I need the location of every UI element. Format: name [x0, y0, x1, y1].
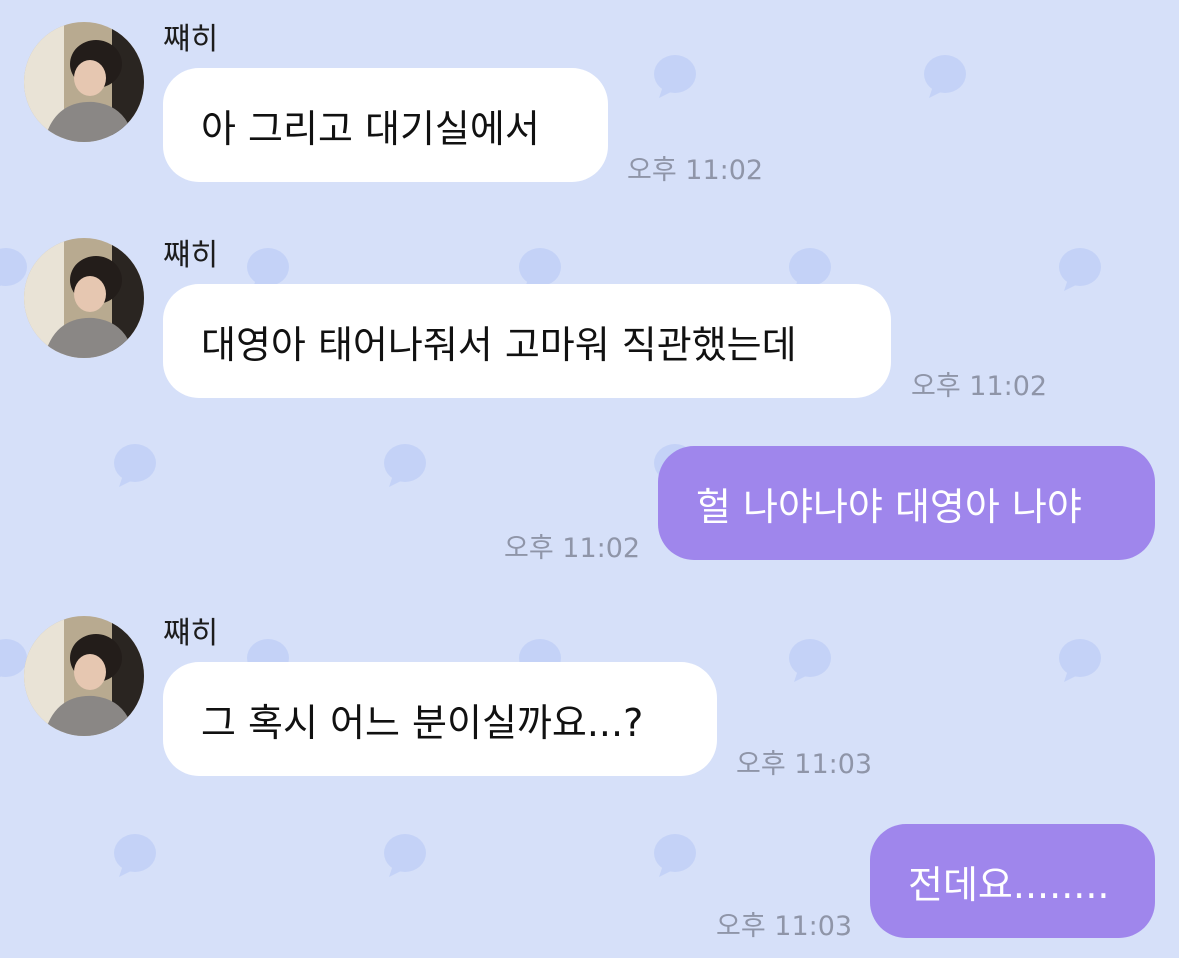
- message-timestamp: 오후 11:03: [716, 911, 853, 942]
- sender-name: 쨰히: [163, 238, 219, 273]
- message-timestamp: 오후 11:03: [736, 749, 873, 780]
- message-bubble[interactable]: 전데요........: [870, 824, 1155, 938]
- message-bubble[interactable]: 헐 나야나야 대영아 나야: [658, 446, 1155, 560]
- chat-bubble-icon: [0, 639, 27, 682]
- chat-bubble-icon: [789, 639, 831, 682]
- avatar[interactable]: [24, 616, 144, 736]
- sender-name: 쨰히: [163, 22, 219, 57]
- message-bubble[interactable]: 대영아 태어나줘서 고마워 직관했는데: [163, 284, 891, 398]
- message-timestamp: 오후 11:02: [911, 371, 1048, 402]
- message-bubble[interactable]: 그 혹시 어느 분이실까요...?: [163, 662, 717, 776]
- chat-bubble-icon: [0, 248, 27, 291]
- avatar[interactable]: [24, 238, 144, 358]
- sender-name: 쨰히: [163, 616, 219, 651]
- message-timestamp: 오후 11:02: [504, 533, 641, 564]
- chat-bubble-icon: [114, 834, 156, 877]
- chat-bubble-icon: [114, 444, 156, 487]
- chat-bubble-icon: [384, 444, 426, 487]
- chat-bubble-icon: [1059, 639, 1101, 682]
- message-timestamp: 오후 11:02: [627, 155, 764, 186]
- chat-bubble-icon: [654, 834, 696, 877]
- chat-bubble-icon: [384, 834, 426, 877]
- chat-bubble-icon: [1059, 248, 1101, 291]
- avatar[interactable]: [24, 22, 144, 142]
- chat-bubble-icon: [924, 55, 966, 98]
- message-bubble[interactable]: 아 그리고 대기실에서: [163, 68, 608, 182]
- chat-bubble-icon: [654, 55, 696, 98]
